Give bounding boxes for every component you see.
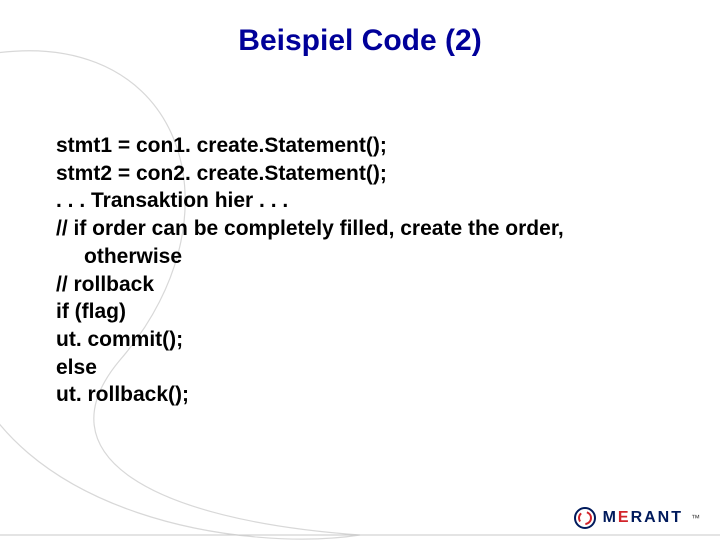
code-line: stmt1 = con1. create.Statement(); (56, 132, 676, 160)
merant-logo-text: MERANT (603, 509, 683, 527)
slide-title: Beispiel Code (2) (0, 24, 720, 58)
code-line: ut. commit(); (56, 326, 676, 354)
logo-text-accent: E (618, 509, 631, 526)
code-line: if (flag) (56, 298, 676, 326)
code-block: stmt1 = con1. create.Statement(); stmt2 … (56, 132, 676, 409)
code-line: // rollback (56, 271, 676, 299)
logo-text-post: RANT (631, 509, 683, 526)
logo-text-pre: M (603, 509, 618, 526)
slide: Beispiel Code (2) stmt1 = con1. create.S… (0, 0, 720, 540)
code-line: ut. rollback(); (56, 381, 676, 409)
code-line: stmt2 = con2. create.Statement(); (56, 160, 676, 188)
trademark-symbol: ™ (691, 513, 700, 523)
code-line: else (56, 354, 676, 382)
code-line: . . . Transaktion hier . . . (56, 187, 676, 215)
code-line: // if order can be completely filled, cr… (56, 215, 676, 243)
merant-logo-icon (573, 506, 597, 530)
brand-footer: MERANT ™ (573, 506, 700, 530)
code-line-indent: otherwise (56, 243, 676, 271)
